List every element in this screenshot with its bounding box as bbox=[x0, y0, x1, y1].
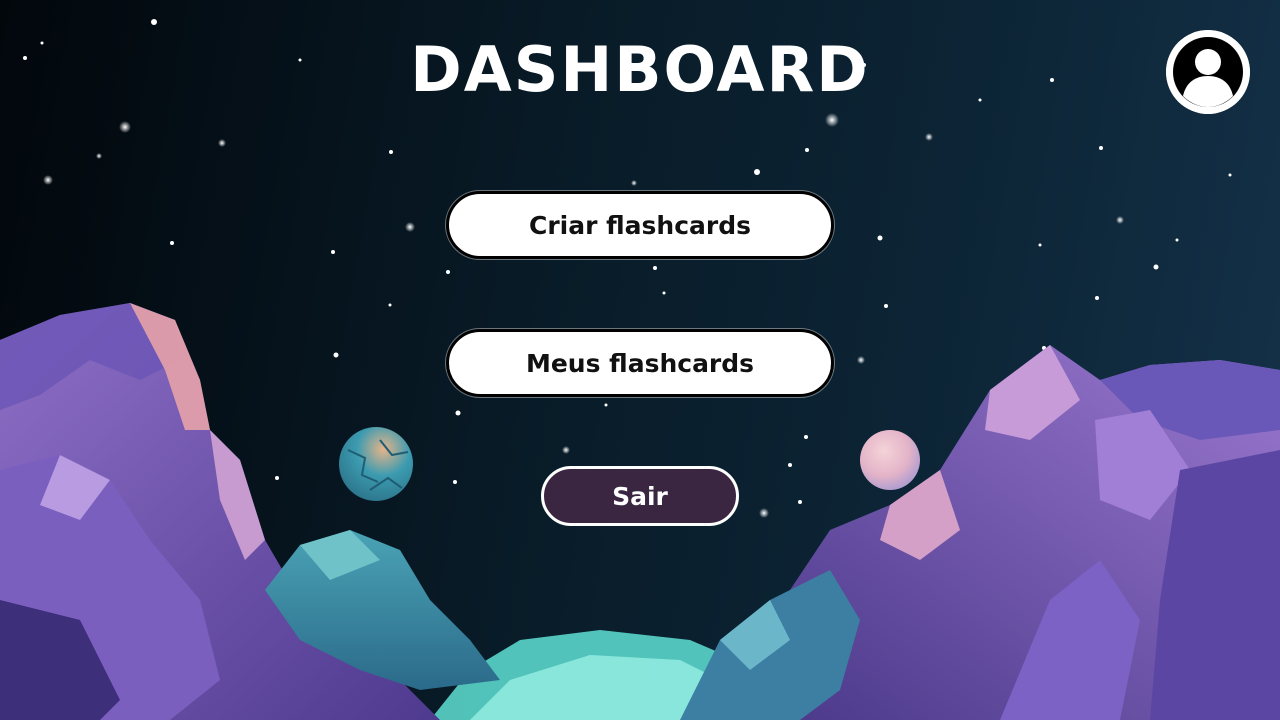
exit-button[interactable]: Sair bbox=[541, 466, 739, 526]
exit-label: Sair bbox=[612, 481, 668, 511]
my-flashcards-button[interactable]: Meus flashcards bbox=[446, 329, 834, 397]
planet-teal bbox=[339, 427, 413, 501]
create-flashcards-button[interactable]: Criar flashcards bbox=[446, 191, 834, 259]
planet-pink bbox=[860, 430, 920, 490]
profile-button[interactable] bbox=[1166, 30, 1250, 114]
my-flashcards-label: Meus flashcards bbox=[525, 348, 755, 378]
create-flashcards-label: Criar flashcards bbox=[528, 210, 752, 240]
page-title: DASHBOARD bbox=[410, 33, 870, 106]
user-icon bbox=[1166, 30, 1250, 114]
